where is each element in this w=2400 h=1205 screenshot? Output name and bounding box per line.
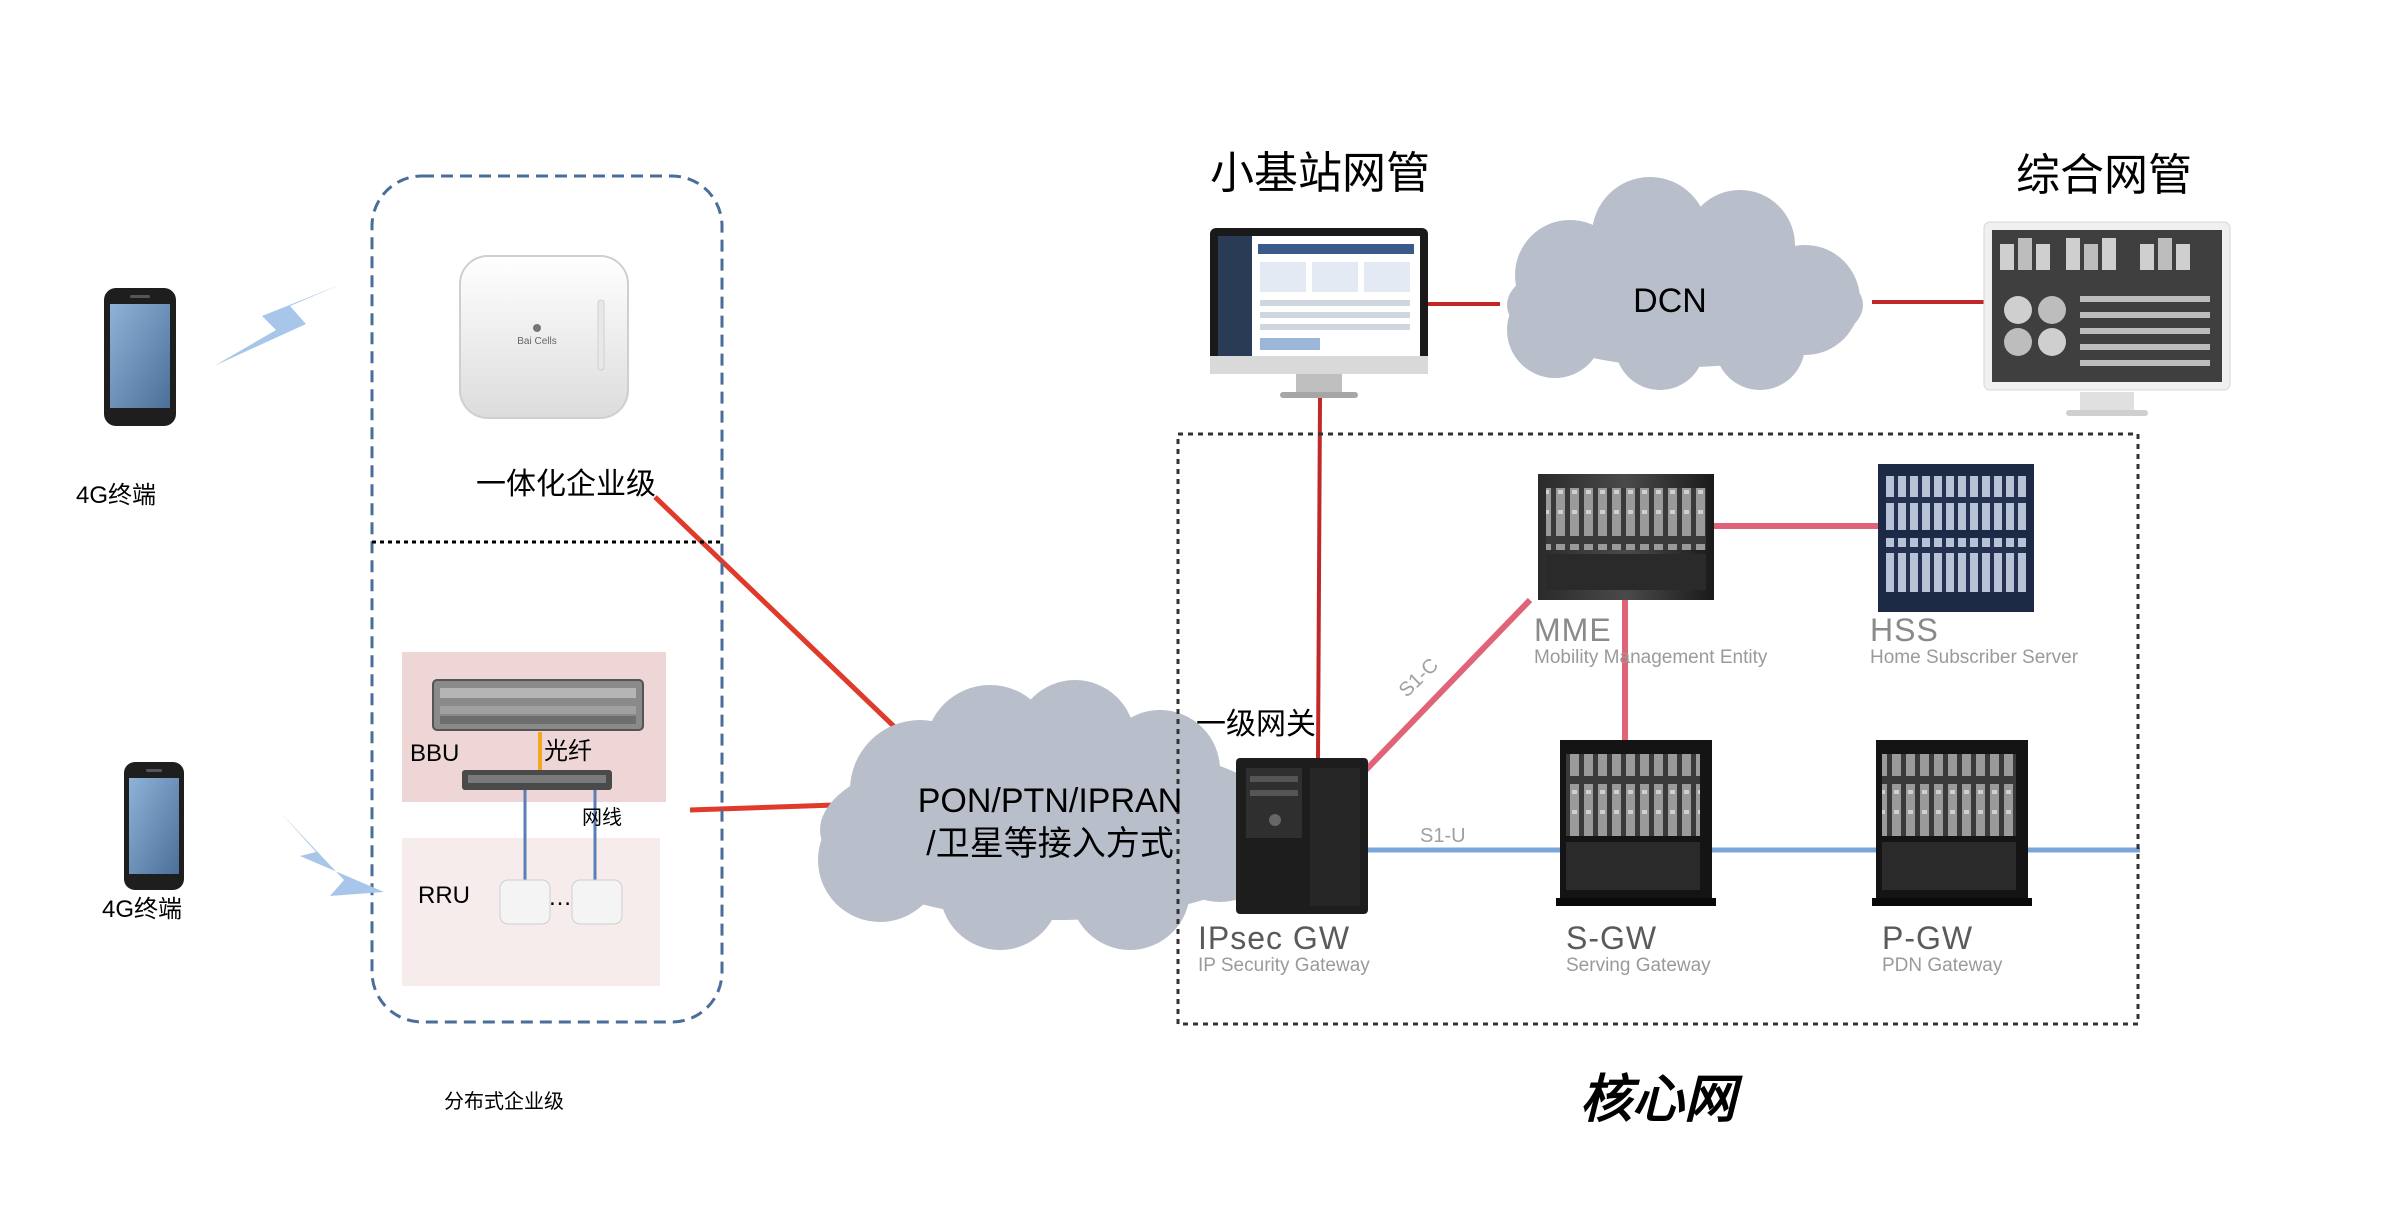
link-s1c: [1357, 597, 1533, 779]
pgw-fullname: PDN Gateway: [1882, 955, 2003, 976]
mme-fullname: Mobility Management Entity: [1534, 647, 1768, 668]
small-cell-nms-monitor-icon: [1210, 228, 1428, 398]
small-cell-nms-label: 小基站网管: [1210, 149, 1430, 198]
fiber-label: 光纤: [544, 738, 592, 765]
mme-rack-icon: [1538, 474, 1714, 600]
lightning-icon-bottom: [280, 812, 384, 896]
s1u-label: S1-U: [1420, 825, 1466, 847]
terminal-label-top: 4G终端: [76, 482, 157, 509]
hss-label: HSS: [1870, 612, 1939, 648]
ipsec-gw-label: IPsec GW: [1198, 920, 1351, 956]
terminal-label-bottom: 4G终端: [102, 896, 183, 923]
integrated-nms-label: 综合网管: [2016, 151, 2192, 200]
access-cloud-label: PON/PTN/IPRAN /卫星等接入方式: [880, 780, 1220, 865]
bbu-label: BBU: [410, 740, 460, 767]
mme-label: MME: [1534, 612, 1612, 648]
sgw-rack-icon: [1556, 740, 1716, 906]
integrated-nms-monitor-icon: [1983, 221, 2231, 416]
distributed-enterprise-label: 分布式企业级: [444, 1091, 564, 1113]
sgw-fullname: Serving Gateway: [1566, 955, 1711, 976]
sgw-label: S-GW: [1566, 920, 1658, 956]
network-diagram: Bai Cells 4G终端 4G终端 一体化企业级 分布式企业级 BBU 光纤…: [0, 0, 2400, 1200]
bbu-device-icon: [432, 679, 644, 731]
hss-fullname: Home Subscriber Server: [1870, 647, 2079, 668]
dcn-label: DCN: [1633, 282, 1707, 320]
switch-device-icon: [462, 770, 612, 790]
rru-device-1: [499, 879, 551, 925]
link-nms-to-gateway: [1316, 397, 1322, 761]
link-distributed-to-access: [689, 802, 836, 813]
gateway-level1-label: 一级网关: [1196, 708, 1316, 741]
svg-text:Bai Cells: Bai Cells: [517, 336, 556, 347]
integrated-ap-device: Bai Cells: [459, 255, 629, 419]
rru-ellipsis: …: [548, 884, 572, 911]
rru-device-2: [571, 879, 623, 925]
link-integrated-to-access: [653, 495, 907, 739]
core-network-title: 核心网: [1580, 1071, 1737, 1129]
access-cloud-line2: /卫星等接入方式: [926, 824, 1174, 863]
rru-label: RRU: [418, 882, 470, 909]
pgw-label: P-GW: [1882, 920, 1974, 956]
pgw-rack-icon: [1872, 740, 2032, 906]
lightning-icon-top: [214, 284, 342, 366]
ipsec-gw-fullname: IP Security Gateway: [1198, 955, 1370, 976]
access-cloud-line1: PON/PTN/IPRAN: [917, 782, 1183, 820]
hss-rack-icon: [1878, 464, 2034, 612]
cable-label: 网线: [582, 807, 622, 829]
phone-icon-bottom: [124, 762, 184, 890]
ipsec-gw-server-icon: [1236, 758, 1368, 914]
integrated-enterprise-label: 一体化企业级: [476, 468, 656, 501]
phone-icon-top: [104, 288, 176, 426]
